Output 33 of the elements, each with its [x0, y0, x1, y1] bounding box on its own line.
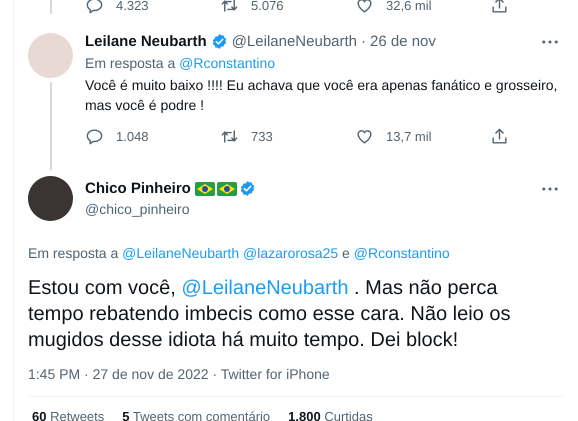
action-count: 733 — [251, 129, 273, 144]
tweet-date[interactable]: 26 de nov — [370, 33, 436, 50]
stat-link[interactable]: 1.800 Curtidas — [288, 409, 373, 421]
action-count: 13,7 mil — [386, 129, 432, 144]
flag-icon — [216, 182, 237, 196]
more-options-icon[interactable] — [542, 40, 558, 44]
action-count: 5.076 — [251, 0, 284, 13]
user-handle[interactable]: @chico_pinheiro — [85, 201, 190, 217]
avatar[interactable] — [28, 176, 73, 221]
verified-badge-icon — [210, 33, 228, 50]
reply-context: Em resposta a @LeilaneNeubarth @lazarorosa25 e @Rconstantino — [28, 245, 451, 261]
tweet-text: Estou com você, @LeilaneNeubarth . Mas não perca tempo rebatendo imbecis como esse cara. Não leio os mugidos desse idiota há muito tempo. Dei block! — [28, 276, 512, 353]
stat-link[interactable]: 5 Tweets com comentário — [122, 409, 270, 421]
display-name[interactable]: Leilane Neubarth — [85, 33, 207, 50]
tweet-text: Você é muito baixo !!!! Eu achava que você era apenas fanático e grosseiro, mas você é podre ! — [85, 76, 558, 115]
display-name[interactable]: Chico Pinheiro — [85, 180, 191, 197]
reply-context: Em resposta a @Rconstantino — [85, 55, 276, 71]
action-count: 1.048 — [116, 129, 149, 144]
verified-badge-icon — [238, 180, 256, 197]
stat-link[interactable]: 60 Retweets — [32, 409, 104, 421]
comment-icon[interactable] — [85, 0, 104, 15]
heart-icon[interactable] — [355, 127, 374, 146]
more-options-icon[interactable] — [542, 186, 558, 190]
tweet-timestamp: 1:45 PM · 27 de nov de 2022 · Twitter for iPhone — [28, 366, 331, 382]
share-icon[interactable] — [490, 0, 509, 15]
share-icon[interactable] — [490, 127, 509, 146]
flag-icon — [194, 182, 215, 196]
user-handle[interactable]: @LeilaneNeubarth — [232, 33, 358, 50]
comment-icon[interactable] — [85, 127, 104, 146]
separator-dot: · — [361, 33, 366, 50]
action-count: 4.323 — [116, 0, 149, 13]
action-count: 32,6 mil — [386, 0, 432, 13]
heart-icon[interactable] — [355, 0, 374, 15]
